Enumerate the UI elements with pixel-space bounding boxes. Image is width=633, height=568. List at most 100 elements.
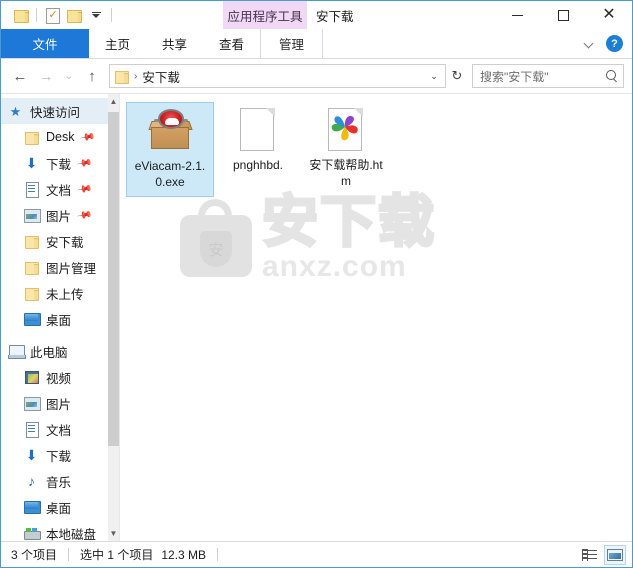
navigation-pane: ★ 快速访问 Desk 📌 ⬇ 下载 📌 文档 📌 图片 📌 安下载 图片管理 …: [1, 94, 120, 541]
sidebar-item-desktop[interactable]: 桌面: [1, 306, 119, 332]
sidebar-item-label: 下载: [46, 157, 72, 172]
selection-label: 选中 1 个项目: [80, 548, 154, 562]
file-grid: eViacam-2.1.0.exe pnghhbd. 安下载帮助.htm: [120, 94, 632, 197]
search-input[interactable]: 搜索"安下载": [480, 68, 605, 85]
file-item[interactable]: pnghhbd.: [214, 102, 302, 197]
window-title-text: 安下载: [316, 9, 354, 24]
sidebar-item-videos[interactable]: 视频: [1, 364, 119, 390]
pictures-icon: [23, 207, 41, 223]
item-count-label: 3 个项目: [11, 548, 58, 562]
maximize-button[interactable]: [540, 1, 586, 29]
new-folder-icon[interactable]: [63, 4, 85, 26]
breadcrumb[interactable]: › 安下载: [114, 67, 425, 86]
sidebar-item-music[interactable]: ♪ 音乐: [1, 468, 119, 494]
sidebar-item-pictures-pinned[interactable]: 图片 📌: [1, 202, 119, 228]
customize-dropdown-icon[interactable]: [85, 4, 107, 26]
folder-icon[interactable]: [10, 4, 32, 26]
address-bar[interactable]: › 安下载 ⌄: [109, 64, 446, 88]
refresh-button[interactable]: ↻: [446, 64, 468, 88]
toolbar-divider: [36, 8, 37, 22]
forward-button[interactable]: →: [33, 63, 59, 89]
blank-document-icon: [238, 106, 278, 154]
sidebar-item-label: 未上传: [46, 287, 84, 302]
window-title: 安下载: [316, 1, 354, 29]
large-icons-view-button[interactable]: [604, 544, 626, 565]
ribbon-tab-bar: 文件 主页 共享 查看 管理 ?: [1, 29, 632, 59]
toolbar-divider-2: [111, 8, 112, 22]
watermark: 安 安下载 anxz.com: [180, 192, 436, 283]
sidebar-item-this-pc[interactable]: 此电脑: [1, 338, 119, 364]
details-view-button[interactable]: [578, 545, 600, 565]
html-pinwheel-icon: [326, 106, 366, 154]
sidebar-item-downloads[interactable]: ⬇ 下载: [1, 442, 119, 468]
address-dropdown-icon[interactable]: ⌄: [425, 65, 443, 87]
contextual-tab-header: 应用程序工具: [223, 1, 307, 29]
sidebar-item-label: 此电脑: [30, 345, 68, 360]
sidebar-item-pictures[interactable]: 图片: [1, 390, 119, 416]
sidebar-item-label: 图片: [46, 397, 72, 412]
folder-icon: [23, 285, 40, 301]
contextual-tab-label: 应用程序工具: [227, 9, 303, 24]
help-icon[interactable]: ?: [606, 35, 623, 52]
sidebar-item-label: 音乐: [46, 475, 72, 490]
back-button[interactable]: ←: [7, 63, 33, 89]
file-item[interactable]: 安下载帮助.htm: [302, 102, 390, 197]
scroll-up-icon[interactable]: ▲: [108, 94, 119, 109]
back-arrow-icon: ←: [12, 67, 28, 85]
view-mode-buttons: [578, 544, 626, 565]
sidebar-item-anxiazai[interactable]: 安下载: [1, 228, 119, 254]
sidebar-item-local-disk[interactable]: 本地磁盘: [1, 520, 119, 541]
sidebar-scrollbar[interactable]: ▲ ▼: [108, 94, 119, 541]
download-arrow-icon: ⬇: [25, 447, 38, 463]
sidebar-item-quick-access[interactable]: ★ 快速访问: [1, 98, 119, 124]
desktop-icon: [23, 499, 41, 515]
star-pin-icon: ★: [9, 103, 22, 119]
sidebar-item-documents-pinned[interactable]: 文档 📌: [1, 176, 119, 202]
sidebar-item-documents[interactable]: 文档: [1, 416, 119, 442]
sidebar-item-not-uploaded[interactable]: 未上传: [1, 280, 119, 306]
sidebar-item-image-manage[interactable]: 图片管理: [1, 254, 119, 280]
tab-share[interactable]: 共享: [146, 29, 203, 58]
file-list-pane[interactable]: eViacam-2.1.0.exe pnghhbd. 安下载帮助.htm 安 安…: [120, 94, 632, 541]
close-button[interactable]: ✕: [586, 1, 632, 29]
large-icons-view-icon: [607, 548, 623, 561]
videos-icon: [23, 369, 40, 385]
sidebar-item-label: Desk: [46, 130, 75, 144]
sidebar-item-label: 视频: [46, 371, 72, 386]
watermark-domain: anxz.com: [262, 250, 407, 283]
up-button[interactable]: ↑: [79, 63, 105, 89]
navigation-tree: ★ 快速访问 Desk 📌 ⬇ 下载 📌 文档 📌 图片 📌 安下载 图片管理 …: [1, 94, 119, 541]
title-bar: 应用程序工具 安下载 ✕: [1, 1, 632, 29]
sidebar-item-label: 本地磁盘: [46, 527, 97, 542]
file-item[interactable]: eViacam-2.1.0.exe: [126, 102, 214, 197]
breadcrumb-path: 安下载: [142, 70, 180, 85]
pictures-icon: [23, 395, 41, 411]
sidebar-item-label: 图片: [46, 209, 72, 224]
file-name: 安下载帮助.htm: [309, 158, 383, 188]
scrollbar-thumb[interactable]: [108, 112, 119, 446]
window-controls: ✕: [494, 1, 632, 29]
tab-file[interactable]: 文件: [1, 29, 89, 58]
breadcrumb-separator: ›: [134, 70, 138, 82]
file-name: eViacam-2.1.0.exe: [134, 159, 206, 189]
pin-icon: 📌: [75, 206, 93, 224]
details-view-icon: [581, 548, 597, 561]
pin-icon: 📌: [75, 180, 93, 198]
sidebar-item-desktop-2[interactable]: 桌面: [1, 494, 119, 520]
chevron-down-icon[interactable]: [584, 39, 594, 49]
properties-icon[interactable]: [41, 4, 63, 26]
tab-manage[interactable]: 管理: [260, 29, 324, 58]
sidebar-item-label: 桌面: [46, 501, 72, 516]
tab-home[interactable]: 主页: [89, 29, 146, 58]
status-divider: [68, 548, 70, 561]
tab-view[interactable]: 查看: [203, 29, 260, 58]
minimize-button[interactable]: [494, 1, 540, 29]
scroll-down-icon[interactable]: ▼: [108, 526, 119, 541]
up-arrow-icon: ↑: [88, 67, 96, 85]
sidebar-item-downloads-pinned[interactable]: ⬇ 下载 📌: [1, 150, 119, 176]
search-box[interactable]: 搜索"安下载": [472, 64, 624, 88]
tab-manage-label: 管理: [279, 38, 305, 52]
recent-locations-button[interactable]: ⌄: [59, 63, 79, 89]
navigation-bar: ← → ⌄ ↑ › 安下载 ⌄ ↻ 搜索"安下载": [1, 59, 632, 93]
sidebar-item-desktop-pinned[interactable]: Desk 📌: [1, 124, 119, 150]
